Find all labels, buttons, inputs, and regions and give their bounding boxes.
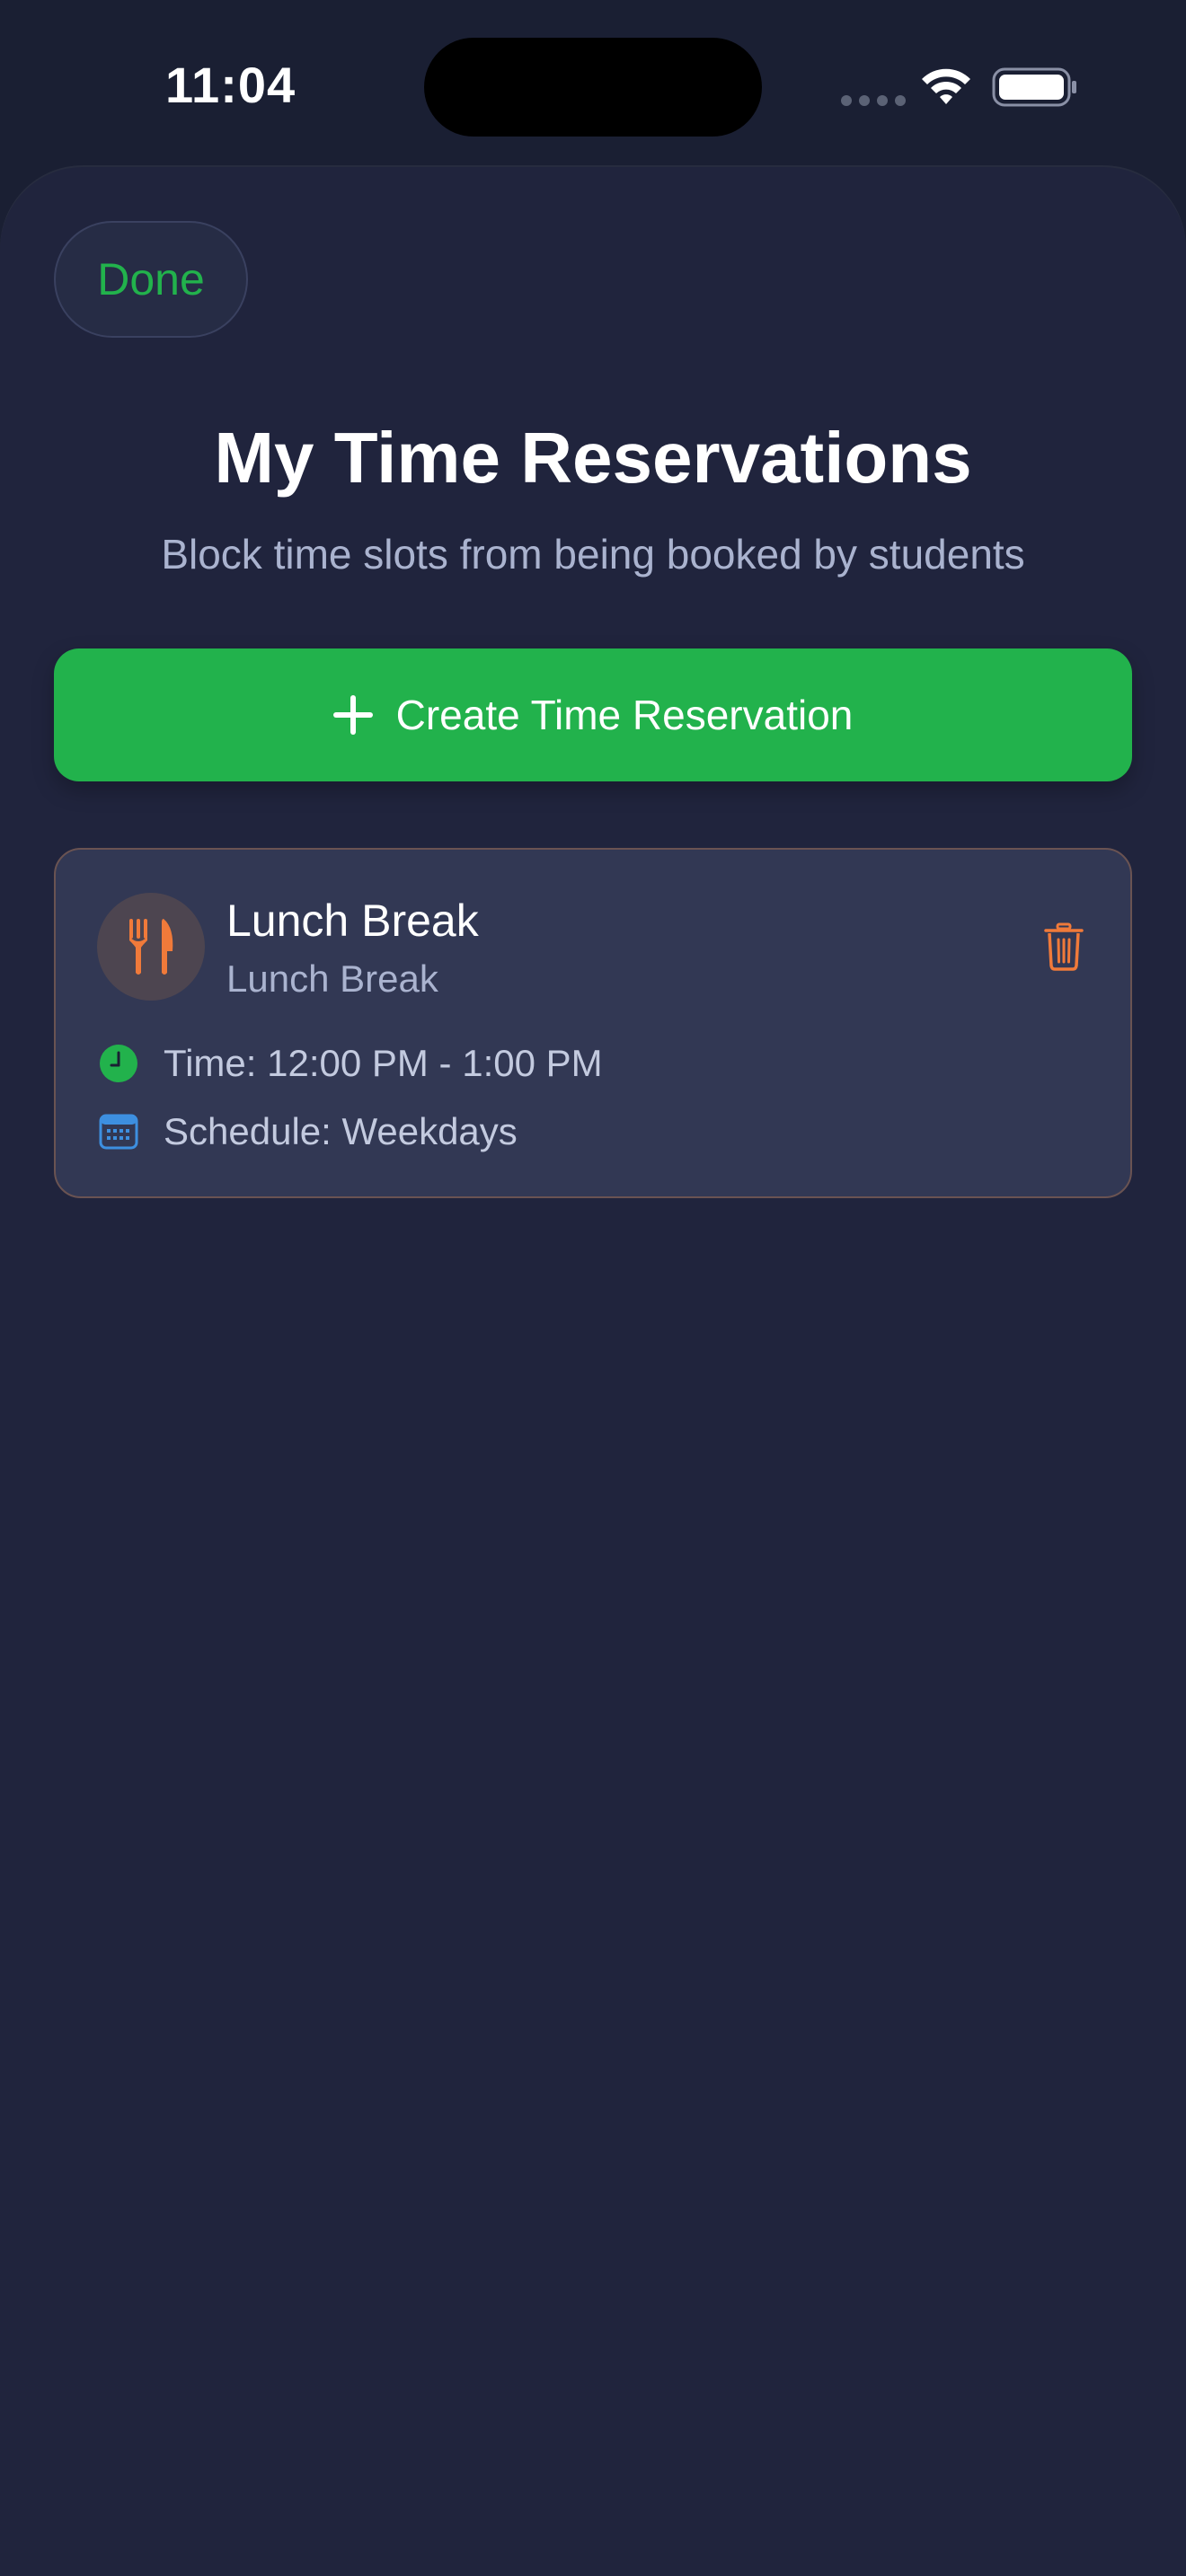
reservations-sheet: Done My Time Reservations Block time slo…: [0, 167, 1186, 2576]
trash-icon: [1044, 922, 1084, 971]
clock-icon: [99, 1044, 138, 1083]
cellular-signal-icon: [841, 95, 906, 106]
reservation-time-text: Time: 12:00 PM - 1:00 PM: [164, 1042, 603, 1084]
reservation-card[interactable]: Lunch Break Lunch Break Time: 12:00 PM -…: [54, 848, 1132, 1198]
plus-icon: [332, 695, 373, 735]
reservation-schedule-row: Schedule: Weekdays: [99, 1110, 518, 1153]
reservation-title: Lunch Break: [226, 895, 479, 946]
reservation-time-row: Time: 12:00 PM - 1:00 PM: [99, 1042, 603, 1085]
calendar-icon: [99, 1112, 138, 1151]
dynamic-island: [424, 38, 762, 137]
delete-reservation-button[interactable]: [1035, 918, 1093, 975]
status-time: 11:04: [165, 57, 296, 113]
done-button[interactable]: Done: [54, 221, 248, 338]
reservation-subtitle: Lunch Break: [226, 957, 438, 1000]
create-time-reservation-button[interactable]: Create Time Reservation: [54, 648, 1132, 781]
reservation-icon-circle: [97, 893, 205, 1001]
page-subtitle: Block time slots from being booked by st…: [161, 531, 1025, 578]
battery-icon: [992, 67, 1076, 107]
fork-knife-icon: [129, 919, 173, 975]
screen: 11:04 Done My Time Reservations Block ti…: [0, 0, 1186, 2576]
create-button-label: Create Time Reservation: [395, 692, 854, 738]
wifi-icon: [922, 68, 970, 104]
reservation-schedule-text: Schedule: Weekdays: [164, 1110, 518, 1152]
page-title: My Time Reservations: [214, 418, 972, 498]
